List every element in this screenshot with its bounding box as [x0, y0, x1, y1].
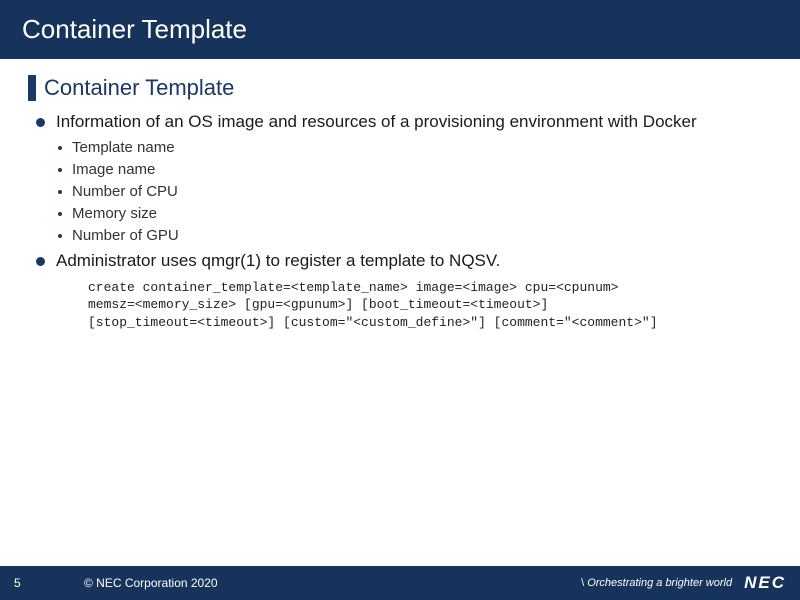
bullet-level2: Number of CPU	[58, 183, 772, 200]
copyright: © NEC Corporation 2020	[84, 576, 218, 590]
bullet-level1: Administrator uses qmgr(1) to register a…	[36, 250, 772, 273]
tagline-text: Orchestrating a brighter world	[587, 577, 732, 589]
page-number: 5	[14, 576, 34, 590]
section-heading: Container Template	[28, 75, 772, 101]
bullet-level2: Memory size	[58, 205, 772, 222]
nec-logo: NEC	[744, 573, 786, 593]
slide: Container Template Container Template In…	[0, 0, 800, 600]
footer-tagline: \Orchestrating a brighter world	[581, 577, 732, 589]
bullet-level2: Number of GPU	[58, 227, 772, 244]
bullet-level2: Image name	[58, 161, 772, 178]
code-block: create container_template=<template_name…	[88, 279, 772, 332]
bullet-level2: Template name	[58, 139, 772, 156]
footer: 5 © NEC Corporation 2020 \Orchestrating …	[0, 566, 800, 600]
bullet-level1: Information of an OS image and resources…	[36, 111, 772, 134]
slide-content: Container Template Information of an OS …	[0, 59, 800, 566]
slide-title: Container Template	[0, 0, 800, 59]
